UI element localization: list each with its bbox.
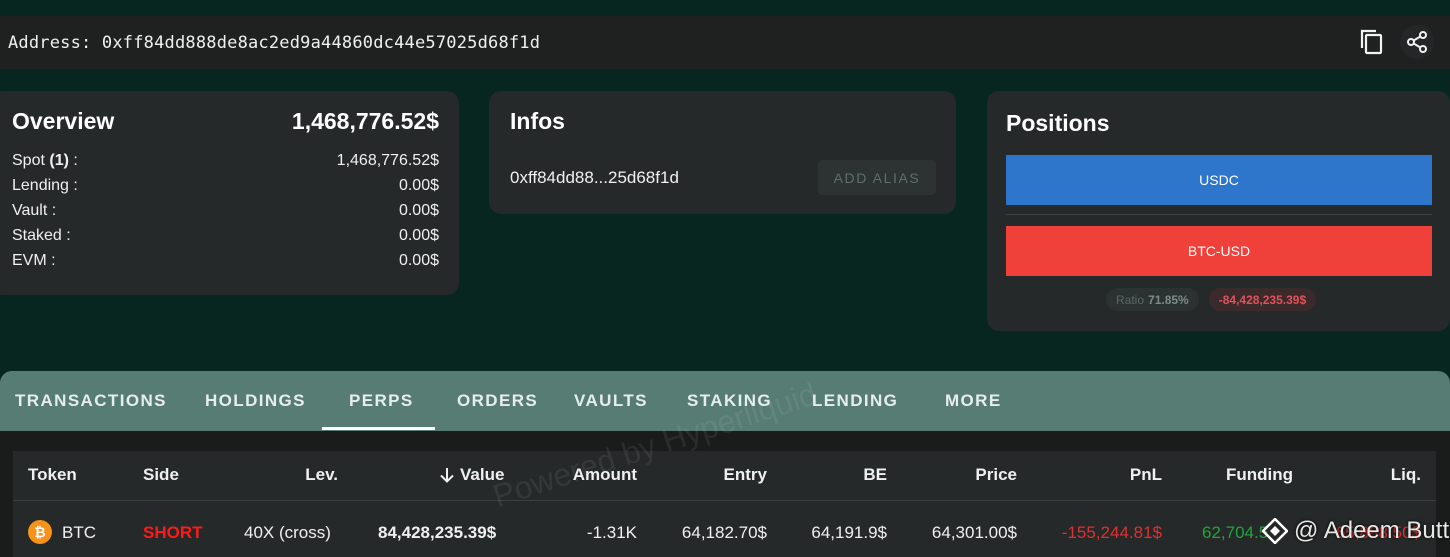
overview-row-value: 0.00$ (398, 252, 439, 269)
overview-row-evm: EVM : 0.00$ (12, 252, 439, 277)
tab-orders[interactable]: ORDERS (457, 371, 538, 431)
col-header-be[interactable]: BE (833, 465, 887, 485)
cell-token: BTC (62, 523, 96, 542)
cell-side: SHORT (143, 523, 203, 542)
overview-row-spot: Spot (1) : 1,468,776.52$ (12, 152, 439, 177)
short-position-bar[interactable]: BTC-USD (1006, 226, 1432, 276)
overlay-tag-text: @ Adeem Butt (1294, 517, 1450, 544)
share-button[interactable] (1400, 25, 1434, 59)
ratio-value: 71.85% (1148, 292, 1189, 307)
table-header-divider (13, 500, 1436, 501)
add-alias-button[interactable]: ADD ALIAS (818, 160, 936, 195)
col-header-value[interactable]: Value (438, 465, 504, 485)
arrow-down-icon (440, 468, 454, 483)
col-header-pnl[interactable]: PnL (1093, 465, 1162, 485)
copy-icon[interactable] (1358, 28, 1386, 56)
col-header-side[interactable]: Side (143, 465, 179, 485)
overview-row-value: 0.00$ (398, 177, 439, 194)
tab-transactions[interactable]: TRANSACTIONS (15, 371, 167, 431)
positions-card: Positions USDC BTC-USD Ratio 71.85% -84,… (987, 91, 1450, 331)
overview-card: Overview 1,468,776.52$ Spot (1) : 1,468,… (0, 91, 459, 295)
pnl-badge: -84,428,235.39$ (1208, 288, 1317, 311)
col-header-liq[interactable]: Liq. (1353, 465, 1421, 485)
overview-row-lending: Lending : 0.00$ (12, 177, 439, 202)
infos-title: Infos (510, 108, 565, 134)
cell-funding: 62,704.5 (1202, 523, 1269, 542)
overlay-tag: @ Adeem Butt (1262, 517, 1449, 545)
cell-price: 64,301.00$ (931, 523, 1017, 542)
tab-bar: TRANSACTIONS HOLDINGS PERPS ORDERS VAULT… (0, 371, 1450, 431)
ratio-badge: Ratio 71.85% (1106, 288, 1199, 311)
col-header-token[interactable]: Token (28, 465, 77, 485)
positions-title: Positions (1006, 110, 1110, 136)
overview-row-label: Lending : (12, 177, 78, 194)
cell-entry: 64,182.70$ (681, 523, 767, 542)
overview-row-value: 0.00$ (398, 227, 439, 244)
address-bar: Address: 0xff84dd888de8ac2ed9a44860dc44e… (0, 16, 1450, 69)
col-header-entry[interactable]: Entry (693, 465, 767, 485)
overview-rows: Spot (1) : 1,468,776.52$ Lending : 0.00$… (12, 152, 439, 277)
overview-row-label: Vault : (12, 202, 57, 219)
overview-total: 1,468,776.52$ (291, 108, 439, 134)
tab-perps[interactable]: PERPS (349, 371, 414, 431)
overview-row-label: Spot (1) : (12, 152, 78, 169)
col-header-lev[interactable]: Lev. (263, 465, 338, 485)
diamond-logo-icon (1262, 518, 1288, 544)
overview-row-label: EVM : (12, 252, 56, 269)
cell-pnl: -155,244.81$ (1061, 523, 1162, 542)
cell-value: 84,428,235.39$ (378, 523, 497, 542)
cell-amount: -1.31K (586, 523, 637, 542)
overview-row-staked: Staked : 0.00$ (12, 227, 439, 252)
share-icon (1407, 31, 1427, 53)
tab-holdings[interactable]: HOLDINGS (205, 371, 306, 431)
overview-row-label: Staked : (12, 227, 71, 244)
col-header-value-label: Value (460, 465, 505, 484)
perps-table: Token Side Lev. Value Amount Entry BE Pr… (13, 451, 1436, 557)
col-header-funding[interactable]: Funding (1226, 465, 1293, 485)
positions-divider (1006, 214, 1432, 215)
perps-table-container: Token Side Lev. Value Amount Entry BE Pr… (0, 431, 1450, 557)
tab-vaults[interactable]: VAULTS (574, 371, 648, 431)
col-header-amount[interactable]: Amount (553, 465, 637, 485)
overview-title: Overview (12, 108, 115, 134)
ratio-label: Ratio (1116, 292, 1145, 307)
col-header-price[interactable]: Price (943, 465, 1017, 485)
cell-lev: 40X (cross) (244, 523, 331, 542)
short-address: 0xff84dd88...25d68f1d (510, 168, 679, 187)
overview-row-value: 1,468,776.52$ (336, 152, 439, 169)
bitcoin-icon: ₿ (28, 520, 52, 544)
overview-row-value: 0.00$ (398, 202, 439, 219)
cell-be: 64,191.9$ (811, 523, 887, 542)
long-position-bar[interactable]: USDC (1006, 155, 1432, 205)
infos-card: Infos 0xff84dd88...25d68f1d ADD ALIAS (489, 91, 956, 214)
tab-staking[interactable]: STAKING (687, 371, 772, 431)
wallet-address: Address: 0xff84dd888de8ac2ed9a44860dc44e… (8, 32, 541, 53)
tab-lending[interactable]: LENDING (812, 371, 898, 431)
overview-row-vault: Vault : 0.00$ (12, 202, 439, 227)
tab-more[interactable]: MORE (945, 371, 1002, 431)
active-tab-indicator (322, 427, 435, 430)
